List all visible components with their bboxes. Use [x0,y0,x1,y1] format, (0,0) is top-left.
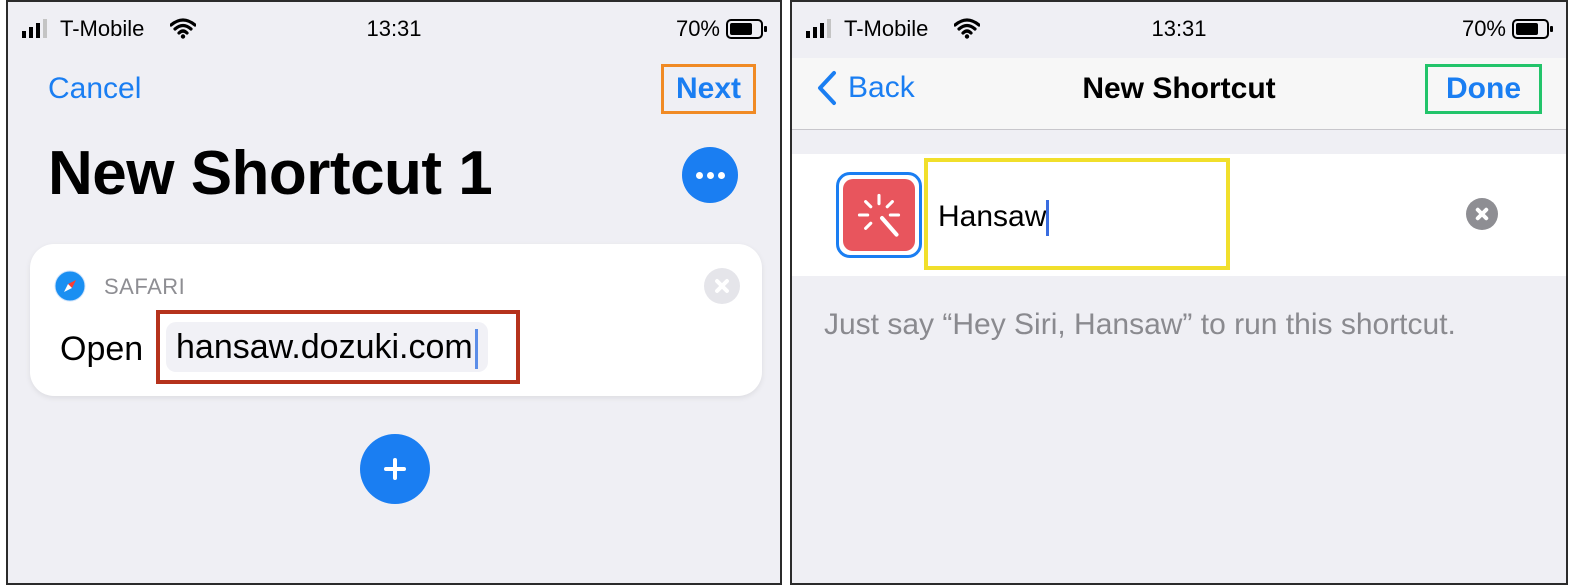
clock: 13:31 [366,16,422,41]
shortcut-editor-screen: T-Mobile 13:31 70% Cancel Next New Short… [6,0,782,585]
clock: 13:31 [1151,16,1207,41]
safari-icon [54,270,86,302]
battery-percent: 70% [675,16,720,41]
url-input[interactable]: hansaw.dozuki.com [166,322,488,372]
url-highlight-box: hansaw.dozuki.com [156,310,520,384]
text-cursor [1046,200,1050,237]
action-verb: Open [60,330,144,368]
action-app-label: SAFARI [104,274,186,299]
cancel-button[interactable]: Cancel [48,72,141,106]
name-highlight-box: Hansaw [924,158,1230,270]
status-bar: T-Mobile 13:31 70% [792,2,1566,58]
done-button[interactable]: Done [1425,64,1542,114]
status-bar: T-Mobile 13:31 70% [8,2,780,58]
add-action-icon[interactable] [360,434,430,504]
next-button[interactable]: Next [660,64,756,114]
text-cursor [474,329,478,370]
clear-text-icon[interactable] [1466,198,1498,230]
shortcut-app-icon [843,179,915,251]
more-icon[interactable] [682,147,738,203]
battery-icon [726,19,767,39]
navigation-bar: Back New Shortcut Done [792,58,1566,130]
url-value: hansaw.dozuki.com [176,328,473,366]
page-title: New Shortcut 1 [48,139,493,208]
battery-percent: 70% [1461,16,1506,41]
remove-action-icon[interactable] [704,268,740,304]
shortcut-name-value: Hansaw [938,200,1047,233]
shortcut-name-row: Hansaw [792,154,1566,276]
shortcut-name-input[interactable]: Hansaw [938,200,1050,237]
safari-open-url-action[interactable]: SAFARI Open hansaw.dozuki.com [30,244,762,396]
siri-hint-text: Just say “Hey Siri, Hansaw” to run this … [824,308,1456,341]
shortcut-name-screen: T-Mobile 13:31 70% Back New Shortcut Don… [790,0,1568,585]
battery-icon [1512,19,1553,39]
shortcut-icon-picker[interactable] [836,172,922,258]
